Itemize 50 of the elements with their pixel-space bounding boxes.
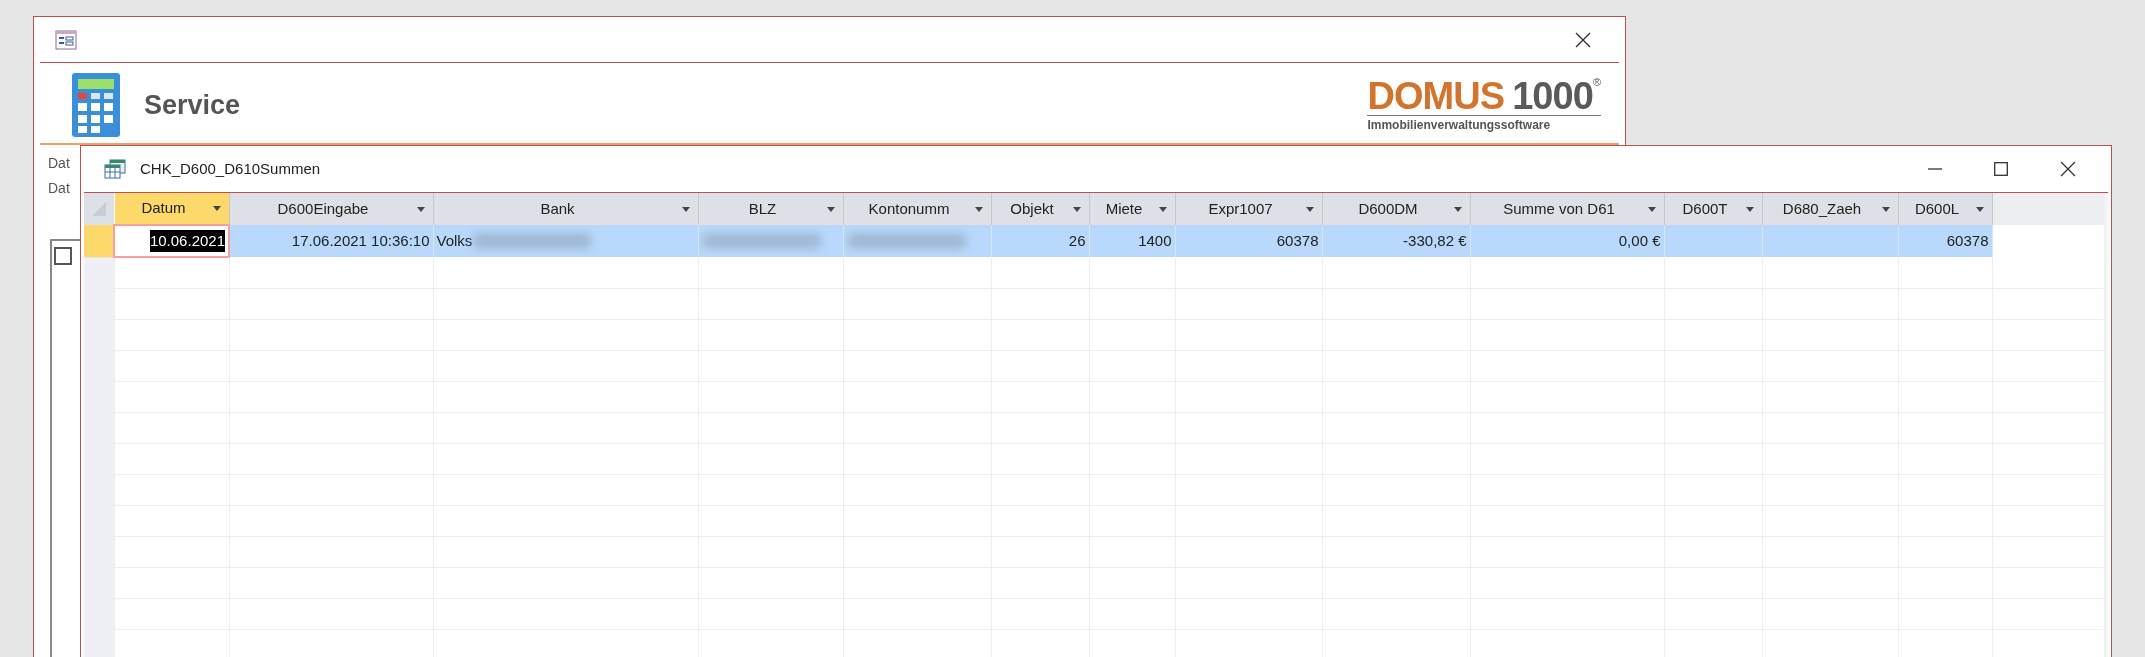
- column-header[interactable]: D600T: [1664, 193, 1762, 225]
- dropdown-icon[interactable]: [1745, 206, 1754, 212]
- table-cell[interactable]: [698, 225, 843, 257]
- dropdown-icon[interactable]: [1453, 206, 1462, 212]
- field-label: Dat: [48, 179, 70, 198]
- checkbox[interactable]: [54, 247, 72, 265]
- column-header[interactable]: Bank: [433, 193, 698, 225]
- field-label: Dat: [48, 154, 70, 173]
- table-cell[interactable]: [843, 225, 991, 257]
- table-cell[interactable]: 60378: [1898, 225, 1992, 257]
- table-cell[interactable]: 17.06.2021 10:36:10: [229, 225, 433, 257]
- dropdown-icon[interactable]: [416, 206, 425, 212]
- column-header[interactable]: D600DM: [1322, 193, 1470, 225]
- table-cell[interactable]: 10.06.2021: [114, 225, 229, 257]
- column-header[interactable]: Summe von D61: [1470, 193, 1664, 225]
- dropdown-icon[interactable]: [1305, 206, 1314, 212]
- window-title: CHK_D600_D610Summen: [140, 158, 321, 179]
- column-header[interactable]: D600L: [1898, 193, 1992, 225]
- table-icon: [104, 159, 126, 179]
- dropdown-icon[interactable]: [1158, 206, 1167, 212]
- table-cell[interactable]: 60378: [1175, 225, 1322, 257]
- close-icon[interactable]: [1575, 31, 1591, 48]
- dropdown-icon[interactable]: [826, 206, 835, 212]
- dropdown-icon[interactable]: [1881, 206, 1890, 212]
- column-header[interactable]: Kontonumm: [843, 193, 991, 225]
- dropdown-icon[interactable]: [1975, 206, 1984, 212]
- dropdown-icon[interactable]: [212, 206, 221, 211]
- column-header[interactable]: Expr1007: [1175, 193, 1322, 225]
- form-heading: Service: [144, 88, 241, 122]
- column-header[interactable]: Objekt: [991, 193, 1089, 225]
- column-header[interactable]: Miete: [1089, 193, 1175, 225]
- dropdown-icon[interactable]: [974, 206, 983, 212]
- dropdown-icon[interactable]: [1647, 206, 1656, 212]
- form-icon: [55, 29, 77, 50]
- table-cell[interactable]: [1762, 225, 1898, 257]
- table-cell[interactable]: Volks: [433, 225, 698, 257]
- table-cell[interactable]: 26: [991, 225, 1089, 257]
- column-header[interactable]: D600Eingabe: [229, 193, 433, 225]
- table-cell[interactable]: [1664, 225, 1762, 257]
- column-header[interactable]: D680_Zaeh: [1762, 193, 1898, 225]
- column-header[interactable]: BLZ: [698, 193, 843, 225]
- table-cell[interactable]: 0,00 €: [1470, 225, 1664, 257]
- close-icon[interactable]: [2060, 161, 2076, 177]
- table-cell[interactable]: -330,82 €: [1322, 225, 1470, 257]
- dropdown-icon[interactable]: [1072, 206, 1081, 212]
- table-cell[interactable]: 1400: [1089, 225, 1175, 257]
- logo: DOMUS 1000® Immobilienverwaltungssoftware: [1367, 77, 1601, 134]
- dropdown-icon[interactable]: [681, 206, 690, 212]
- maximize-icon[interactable]: [1994, 162, 2008, 176]
- column-header[interactable]: Datum: [114, 193, 229, 225]
